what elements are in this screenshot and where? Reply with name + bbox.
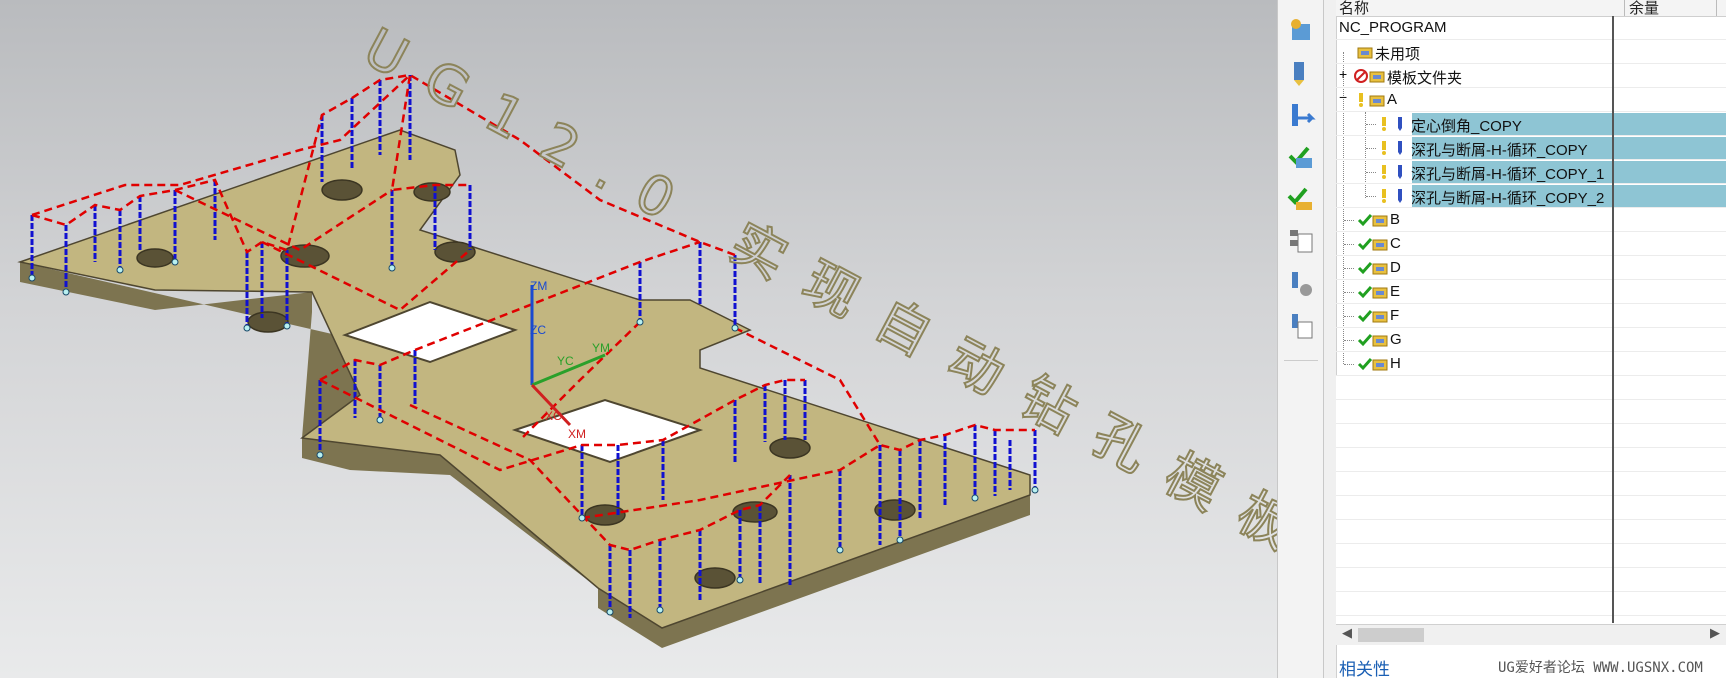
regenerate-needed-icon (1382, 117, 1386, 131)
prohibited-icon (1354, 69, 1368, 83)
postprocess-icon[interactable] (1286, 268, 1316, 298)
axis-label-zc: ZC (530, 323, 546, 337)
axis-label-yc: YC (557, 354, 574, 368)
check-icon (1357, 262, 1373, 275)
folder-icon (1369, 71, 1385, 83)
toolbar-divider (1284, 360, 1318, 361)
check-icon (1357, 358, 1373, 371)
folder-icon (1372, 359, 1388, 371)
tree-row-a[interactable]: − A (1336, 88, 1726, 112)
expand-plus-icon[interactable]: + (1339, 66, 1347, 82)
column-divider[interactable] (1612, 16, 1614, 623)
part-model-view: ZM ZC YC YM XC XM UG12.0 实现自动钻孔模板 (17, 15, 1277, 648)
tree-row-f[interactable]: F (1336, 304, 1726, 328)
regenerate-needed-icon (1382, 189, 1386, 203)
axis-label-xc: XC (545, 409, 562, 423)
tree-row-c[interactable]: C (1336, 232, 1726, 256)
relevance-panel-toggle[interactable]: 相关性 (1339, 655, 1390, 680)
tree-row-unused[interactable]: 未用项 (1336, 40, 1726, 64)
graphics-viewport[interactable]: ZM ZC YC YM XC XM UG12.0 实现自动钻孔模板 (0, 0, 1277, 678)
axis-label-xm: XM (568, 427, 586, 441)
check-icon (1357, 286, 1373, 299)
collapse-minus-icon[interactable]: − (1339, 89, 1347, 105)
verify-toolpath-icon[interactable] (1286, 226, 1316, 256)
tree-row-operation[interactable]: 深孔与断屑-H-循环_COPY (1336, 136, 1726, 160)
tree-row-template-folder[interactable]: + 模板文件夹 (1336, 64, 1726, 88)
axis-label-zm: ZM (530, 279, 547, 293)
tree-row-b[interactable]: B (1336, 208, 1726, 232)
check-icon (1357, 310, 1373, 323)
check-icon (1357, 334, 1373, 347)
operation-navigator: 名称 余量 NC_PROGRAM 未用项 + 模板文件夹 − A 定心倒角_CO… (1324, 0, 1726, 680)
shop-doc-icon[interactable] (1286, 310, 1316, 340)
drill-operation-icon (1398, 117, 1402, 131)
scroll-right-icon[interactable]: ▶ (1710, 625, 1720, 641)
axis-label-ym: YM (592, 341, 610, 355)
tree-row-e[interactable]: E (1336, 280, 1726, 304)
tree-row-d[interactable]: D (1336, 256, 1726, 280)
create-tool-icon[interactable] (1286, 58, 1316, 88)
check-icon (1357, 214, 1373, 227)
regenerate-needed-icon (1382, 141, 1386, 155)
regenerate-needed-icon (1359, 93, 1363, 107)
folder-icon (1372, 311, 1388, 323)
folder-icon (1372, 263, 1388, 275)
folder-icon (1372, 215, 1388, 227)
resource-toolbar (1277, 0, 1324, 678)
tree-row-operation[interactable]: 深孔与断屑-H-循环_COPY_1 (1336, 160, 1726, 184)
scroll-thumb[interactable] (1358, 628, 1424, 642)
tree-row-operation[interactable]: 深孔与断屑-H-循环_COPY_2 (1336, 184, 1726, 208)
drill-operation-icon (1398, 141, 1402, 155)
tree-row-h[interactable]: H (1336, 352, 1726, 376)
tree-row-g[interactable]: G (1336, 328, 1726, 352)
folder-icon (1372, 239, 1388, 251)
create-program-icon[interactable] (1286, 16, 1316, 46)
folder-icon (1372, 287, 1388, 299)
tree-row-nc-program[interactable]: NC_PROGRAM (1336, 16, 1726, 40)
create-method-icon[interactable] (1286, 142, 1316, 172)
check-icon (1357, 238, 1373, 251)
tree-row-operation[interactable]: 定心倒角_COPY (1336, 112, 1726, 136)
drill-operation-icon (1398, 165, 1402, 179)
scroll-left-icon[interactable]: ◀ (1342, 625, 1352, 641)
folder-icon (1369, 95, 1385, 107)
drill-operation-icon (1398, 189, 1402, 203)
watermark: UG爱好者论坛 WWW.UGSNX.COM (1498, 660, 1703, 676)
generate-toolpath-icon[interactable] (1286, 184, 1316, 214)
folder-icon (1372, 335, 1388, 347)
navigator-header: 名称 余量 (1336, 0, 1726, 17)
horizontal-scrollbar[interactable]: ◀ ▶ (1336, 624, 1726, 645)
regenerate-needed-icon (1382, 165, 1386, 179)
create-geometry-icon[interactable] (1286, 100, 1316, 130)
folder-icon (1357, 47, 1373, 59)
empty-rows (1336, 376, 1726, 624)
